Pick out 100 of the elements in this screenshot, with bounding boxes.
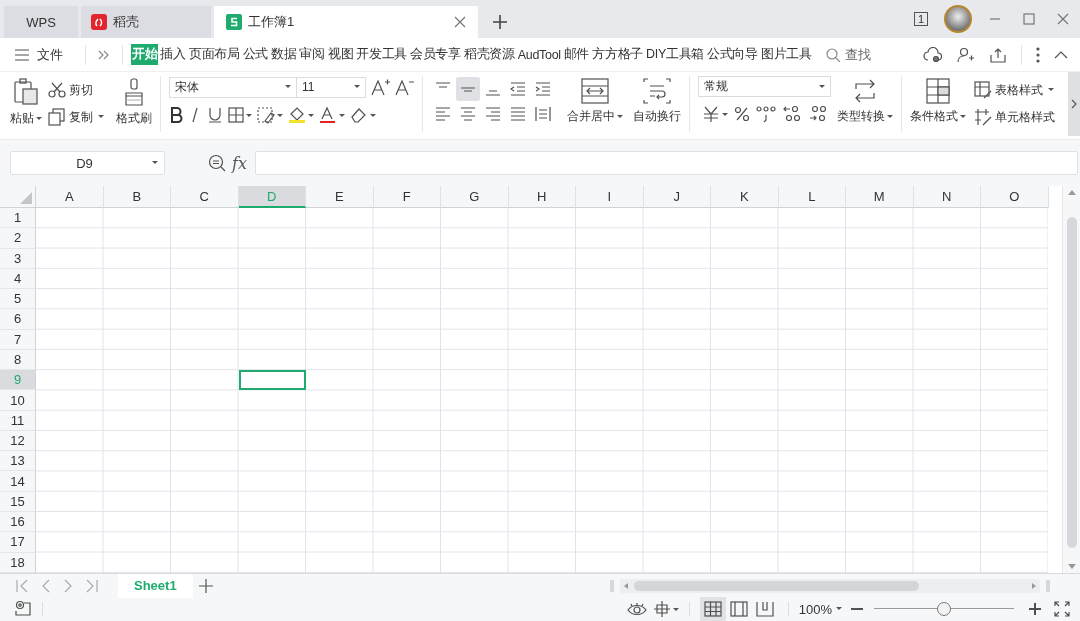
copy-button[interactable]: 复制	[48, 107, 104, 127]
caret-icon[interactable]	[36, 116, 42, 121]
cell-style-button[interactable]: 单元格样式	[974, 107, 1055, 127]
ribbon-tab[interactable]: 插入	[159, 44, 187, 65]
paste-button[interactable]: 粘贴	[10, 76, 42, 127]
add-user-icon[interactable]	[957, 46, 975, 63]
format-painter-button[interactable]: 格式刷	[116, 76, 152, 127]
name-box[interactable]: D9	[10, 151, 165, 175]
column-header[interactable]: E	[306, 186, 374, 208]
eye-icon[interactable]	[626, 602, 647, 616]
column-header[interactable]: J	[643, 186, 711, 208]
scroll-right-icon[interactable]	[1071, 99, 1077, 109]
underline-icon[interactable]	[207, 107, 223, 123]
caret-icon[interactable]	[887, 114, 893, 119]
caret-icon[interactable]	[617, 114, 623, 119]
tab[interactable]: 工作簿1	[214, 6, 478, 38]
font-size-select[interactable]: 11	[296, 76, 366, 98]
zoom-select[interactable]: 100%	[798, 601, 842, 617]
maximize-icon[interactable]	[1023, 13, 1035, 25]
row-header[interactable]: 2	[0, 228, 36, 249]
row-header[interactable]: 4	[0, 268, 36, 290]
close-icon[interactable]	[454, 16, 466, 28]
conditional-format-button[interactable]: 条件格式	[910, 76, 966, 125]
ribbon-tab[interactable]: 公式向导	[706, 44, 759, 65]
file-menu[interactable]: 文件	[15, 45, 63, 64]
merge-center-button[interactable]: 合并居中	[567, 76, 623, 125]
active-cell[interactable]	[238, 370, 306, 391]
share-icon[interactable]	[989, 46, 1007, 63]
row-header[interactable]: 13	[0, 451, 36, 472]
tab[interactable]: 稻壳	[81, 6, 211, 38]
collapse-icon[interactable]	[1054, 50, 1068, 59]
wrap-text-button[interactable]: 自动换行	[633, 76, 681, 125]
macro-icon[interactable]	[14, 600, 32, 618]
increase-font-icon[interactable]	[370, 78, 390, 96]
row-header[interactable]: 17	[0, 532, 36, 553]
font-name-select[interactable]: 宋体	[169, 76, 297, 98]
row-header[interactable]: 14	[0, 471, 36, 492]
row-header[interactable]: 1	[0, 208, 36, 229]
row-header[interactable]: 16	[0, 512, 36, 533]
split-handle-icon[interactable]	[610, 579, 614, 592]
search-button[interactable]: 查找	[825, 45, 871, 64]
ribbon-tab[interactable]: AudTool	[516, 45, 562, 64]
ribbon-tab[interactable]: 视图	[326, 44, 355, 65]
row-header[interactable]: 11	[0, 410, 36, 431]
convert-type-button[interactable]: 类型转换	[837, 76, 893, 125]
column-header[interactable]: B	[103, 186, 171, 208]
decrease-decimal-icon[interactable]	[808, 105, 828, 123]
format-icon[interactable]	[257, 106, 283, 124]
column-header[interactable]: L	[778, 186, 846, 208]
increase-decimal-icon[interactable]	[782, 105, 802, 123]
column-header[interactable]: O	[981, 186, 1049, 208]
decrease-font-icon[interactable]	[394, 78, 414, 96]
ribbon-tab[interactable]: 会员专享	[409, 44, 462, 65]
column-header[interactable]: F	[373, 186, 441, 208]
column-header[interactable]: K	[711, 186, 779, 208]
table-style-button[interactable]: 表格样式	[974, 80, 1055, 100]
close-icon[interactable]	[1057, 13, 1069, 25]
vertical-scrollbar[interactable]	[1062, 186, 1080, 573]
borders-icon[interactable]	[228, 107, 252, 123]
column-header[interactable]: N	[913, 186, 981, 208]
row-header[interactable]: 10	[0, 390, 36, 411]
cut-button[interactable]: 剪切	[48, 80, 104, 100]
column-header[interactable]: M	[846, 186, 914, 208]
row-header[interactable]: 7	[0, 329, 36, 350]
ribbon-tab[interactable]: DIY工具箱	[645, 44, 706, 65]
formula-input[interactable]	[254, 151, 1078, 175]
row-header[interactable]: 3	[0, 248, 36, 269]
avatar[interactable]	[944, 5, 972, 33]
cross-cursor-icon[interactable]	[652, 600, 679, 618]
row-header[interactable]: 8	[0, 349, 36, 371]
caret-icon[interactable]	[1048, 88, 1054, 92]
caret-icon[interactable]	[960, 114, 966, 119]
cloud-icon[interactable]	[923, 46, 943, 63]
row-header[interactable]: 15	[0, 491, 36, 512]
zoom-in-icon[interactable]	[1028, 602, 1042, 616]
add-tab-icon[interactable]	[493, 15, 507, 29]
caret-icon[interactable]	[98, 115, 104, 119]
split-handle-icon[interactable]	[1046, 579, 1050, 592]
add-sheet-icon[interactable]	[198, 578, 213, 593]
row-header[interactable]: 12	[0, 430, 36, 452]
ribbon-tab[interactable]: 数据	[270, 44, 298, 65]
ribbon-tab[interactable]: 图片工具	[759, 44, 813, 65]
more-icon[interactable]	[1036, 46, 1040, 63]
column-header[interactable]: C	[171, 186, 239, 208]
currency-icon[interactable]	[702, 105, 728, 123]
column-header[interactable]: I	[576, 186, 644, 208]
ribbon-tab[interactable]: 邮件	[562, 44, 591, 65]
column-header[interactable]: A	[36, 186, 104, 208]
row-header[interactable]: 5	[0, 289, 36, 310]
ribbon-tab[interactable]: 页面布局	[187, 44, 241, 65]
horizontal-scrollbar[interactable]	[620, 578, 1040, 593]
ribbon-tab[interactable]: 稻壳资源	[462, 44, 516, 65]
bold-icon[interactable]	[169, 107, 183, 123]
thousands-separator-icon[interactable]	[756, 105, 776, 123]
ribbon-tab[interactable]: 审阅	[298, 44, 326, 65]
tab[interactable]: WPS	[4, 6, 78, 38]
ribbon-tab[interactable]: 开发工具	[355, 44, 409, 65]
slider-thumb[interactable]	[937, 602, 951, 616]
chevron-right-icon[interactable]	[98, 49, 110, 60]
column-header[interactable]: G	[441, 186, 509, 208]
